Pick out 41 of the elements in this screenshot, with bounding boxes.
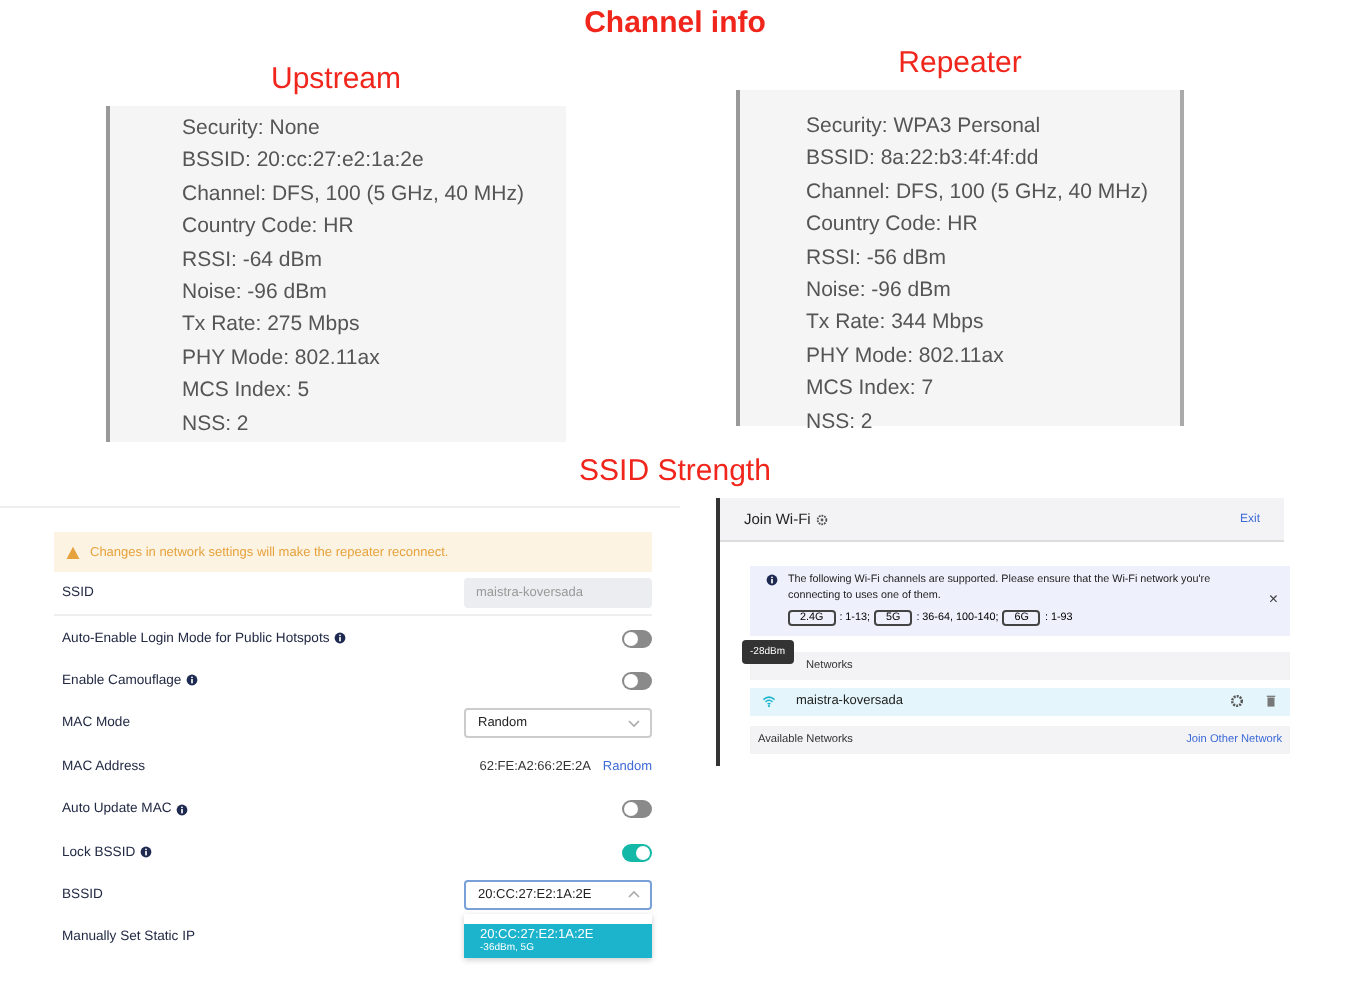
chevron-down-icon: [628, 719, 640, 728]
section-title: SSID Strength: [579, 453, 771, 487]
panel-heading: Upstream: [270, 61, 402, 95]
info-line: Security: None: [182, 114, 322, 144]
close-button[interactable]: ×: [1268, 590, 1278, 608]
info-line: PHY Mode: 802.11ax: [182, 343, 382, 374]
info-line: RSSI: -56 dBm: [806, 243, 949, 274]
toggle-switch[interactable]: [622, 629, 652, 648]
gear-icon[interactable]: [1230, 694, 1244, 709]
info-icon: [185, 674, 198, 687]
info-line: BSSID: 20:cc:27:e2:1a:2e: [182, 146, 426, 177]
panel-heading: Repeater: [898, 45, 1022, 79]
info-line: MCS Index: 7: [806, 374, 936, 405]
info-icon: [139, 846, 152, 859]
gear-icon[interactable]: [816, 513, 829, 525]
info-line: Country Code: HR: [182, 212, 356, 243]
info-line: Noise: -96 dBm: [806, 275, 953, 306]
warning-icon: [66, 545, 80, 559]
info-line: NSS: 2: [182, 409, 251, 440]
chevron-up-icon: [628, 890, 640, 899]
wifi-icon: [762, 694, 776, 709]
info-line: Noise: -96 dBm: [182, 277, 329, 308]
info-icon: [175, 803, 188, 816]
section-title: Channel info: [584, 6, 766, 44]
info-line: Security: WPA3 Personal: [806, 112, 1043, 142]
trash-icon[interactable]: [1264, 694, 1278, 709]
info-line: MCS Index: 5: [182, 376, 312, 407]
info-line: RSSI: -64 dBm: [182, 245, 325, 276]
info-line: PHY Mode: 802.11ax: [806, 341, 1006, 372]
info-line: Country Code: HR: [806, 210, 980, 241]
toggle-switch[interactable]: [622, 671, 652, 690]
toggle-switch[interactable]: [622, 800, 652, 819]
toggle-switch[interactable]: [622, 843, 652, 862]
info-line: BSSID: 8a:22:b3:4f:4f:dd: [806, 144, 1041, 175]
info-line: Tx Rate: 344 Mbps: [806, 308, 986, 339]
info-line: Tx Rate: 275 Mbps: [182, 310, 362, 341]
info-icon: [333, 632, 346, 645]
info-line: Channel: DFS, 100 (5 GHz, 40 MHz): [182, 179, 526, 210]
info-icon: [766, 574, 778, 586]
info-line: NSS: 2: [806, 407, 875, 438]
info-line: Channel: DFS, 100 (5 GHz, 40 MHz): [806, 177, 1150, 208]
